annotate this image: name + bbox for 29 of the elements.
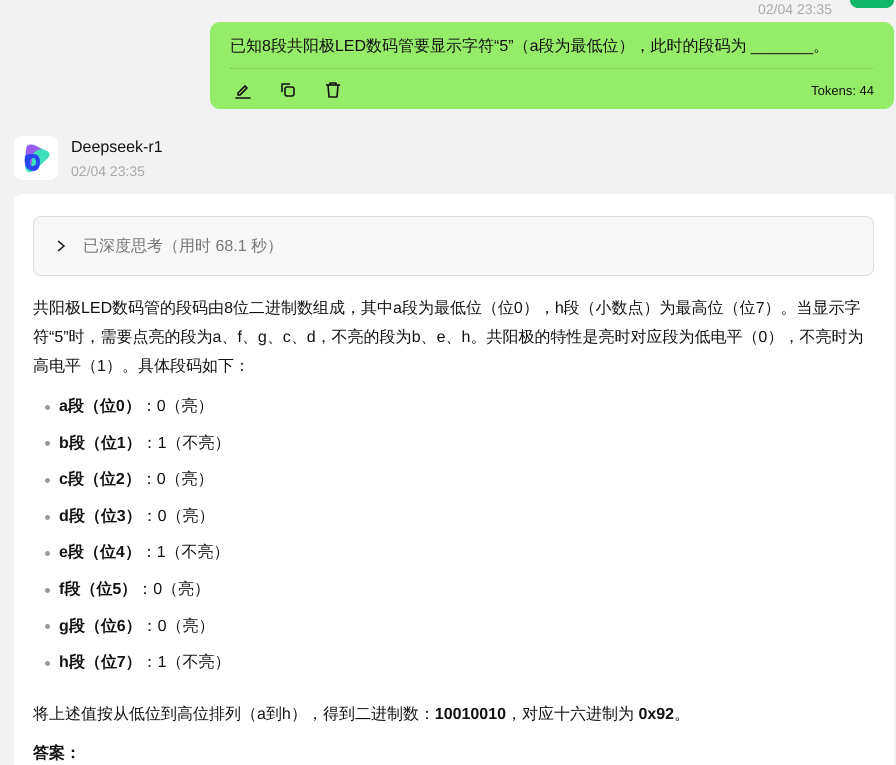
answer-heading: 答案： <box>33 743 82 764</box>
bullet-icon <box>45 624 50 630</box>
segment-item: a段（位0）：0（亮） <box>59 396 214 417</box>
chevron-icon <box>56 240 66 252</box>
app-logo-icon <box>14 136 58 180</box>
token-count: Tokens: 44 <box>811 82 874 98</box>
bullet-icon <box>45 551 50 556</box>
response-paragraph: 将上述值按从低位到高位排列（a到h），得到二进制数：10010010，对应十六进制为 0x92。 <box>33 704 692 725</box>
response-paragraph: 共阳极LED数码管的段码由8位二进制数组成，其中a段为最低位（位0），h段（小数点）为最高位（位7）。当显示字符“5”时，需要点亮的段为a、f、g、c、d，不亮的段为b、e、h。共阳极的特性是亮时对应段为低电平（0），不亮时为高电平（1）。具体段码如下： <box>33 298 864 377</box>
bullet-icon <box>45 588 50 593</box>
bullet-icon <box>45 514 50 520</box>
segment-item: e段（位4）：1（不亮） <box>59 542 230 564</box>
bullet-icon <box>45 404 50 410</box>
segment-item: h段（位7）：1（不亮） <box>59 652 231 674</box>
segment-item: f段（位5）：0（亮） <box>59 580 210 600</box>
assistant-name: Deepseek-r1 <box>71 138 163 158</box>
segment-item: g段（位6）：0（亮） <box>59 616 215 637</box>
message-timestamp: 02/04 23:35 <box>758 0 832 18</box>
bullet-icon <box>45 478 50 483</box>
bullet-icon <box>45 441 50 446</box>
user-message-text: 已知8段共阳极LED数码管要显示字符“5”（a段为最低位），此时的段码为 _______。 <box>230 34 874 69</box>
copy-icon[interactable] <box>279 81 297 99</box>
thinking-toggle[interactable]: 已深度思考（用时 68.1 秒） <box>33 216 874 276</box>
segment-item: d段（位3）：0（亮） <box>59 506 215 527</box>
segment-item: c段（位2）：0（亮） <box>59 470 214 490</box>
segment-item: b段（位1）：1（不亮） <box>59 434 231 454</box>
bullet-icon <box>45 660 50 666</box>
delete-icon[interactable] <box>324 81 342 99</box>
message-timestamp: 02/04 23:35 <box>71 163 146 179</box>
